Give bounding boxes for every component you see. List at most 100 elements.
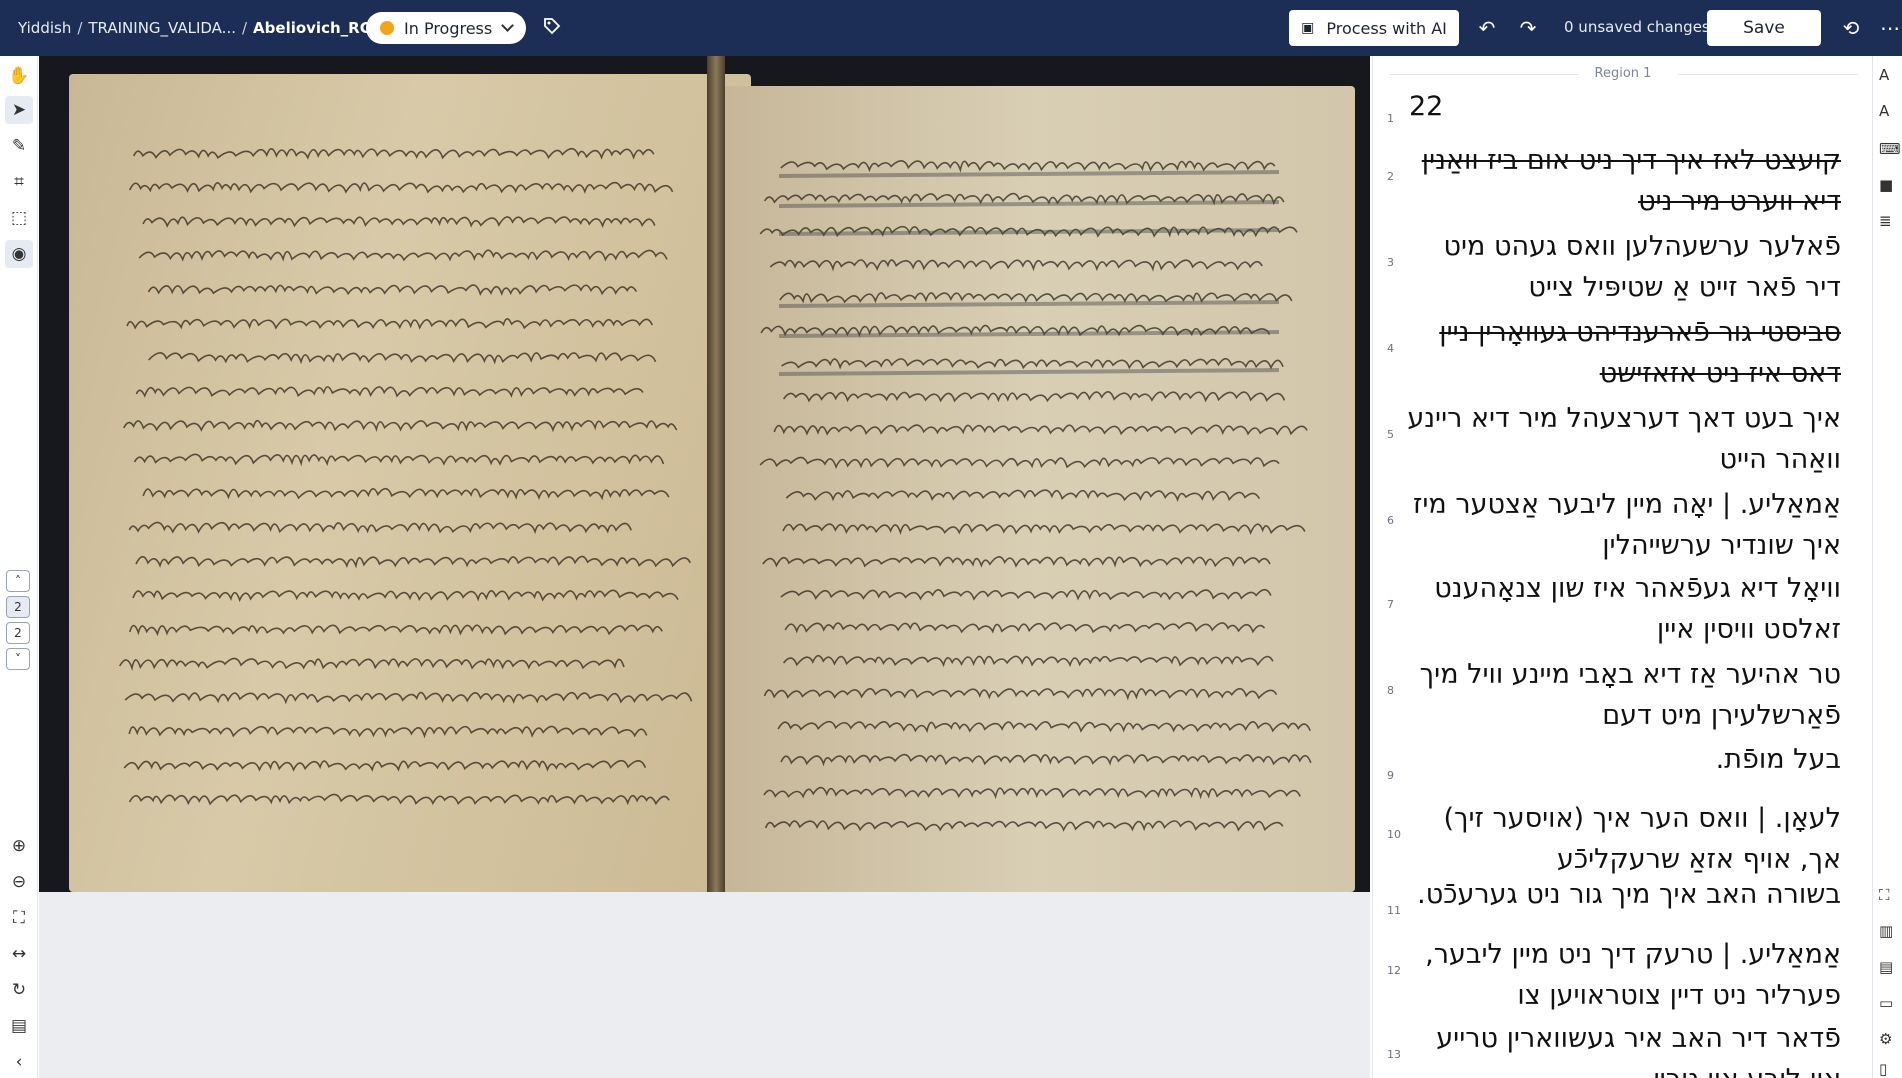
handwriting-line <box>780 753 1312 767</box>
transcription-line[interactable]: טר אהיער אַז דיא באָבי מיינע וויל מיך פֿ… <box>1401 654 1841 736</box>
transcription-line[interactable]: אַמאַליע. | יאָה מיין ליבער אַצטער מיז א… <box>1401 484 1841 566</box>
keyboard-icon[interactable]: ⌨ <box>1879 140 1901 158</box>
box-icon[interactable]: ■ <box>1879 176 1893 194</box>
transcription-line[interactable]: בעל מופֿת. <box>1401 739 1841 780</box>
transcription-line[interactable]: סביסטי גור פֿארענדיהט געוואָרין ניין דאס… <box>1401 312 1841 394</box>
page-up-icon[interactable]: ˄ <box>6 570 30 592</box>
handwriting-line <box>782 523 1306 535</box>
region-icon[interactable]: ⬚ <box>5 204 33 232</box>
image-viewer[interactable] <box>39 56 1370 1078</box>
current-page[interactable]: 2 <box>6 596 30 618</box>
unsaved-changes-text: 0 unsaved changes <box>1564 18 1710 36</box>
line-number: 6 <box>1387 514 1394 527</box>
line-number: 9 <box>1387 769 1394 782</box>
handwriting-line <box>128 521 632 535</box>
card-icon[interactable]: ▭ <box>1879 994 1893 1012</box>
transcription-line[interactable]: פֿאלער ערשעהלען וואס געהט מיט דיר פֿאר ז… <box>1401 226 1842 308</box>
transcription-line[interactable]: בשורה האב איך מיך גור ניט גערעכֿט. <box>1401 874 1841 915</box>
visibility-off-icon[interactable]: ◉ <box>5 240 33 268</box>
panel-layout-icon[interactable]: ▥ <box>1879 922 1893 940</box>
list-icon[interactable]: ≣ <box>1879 212 1892 230</box>
strikethrough-mark <box>778 200 1280 208</box>
line-number: 3 <box>1387 256 1394 269</box>
breadcrumb-separator: / <box>77 19 83 37</box>
handwriting-line <box>781 357 1284 370</box>
line-number: 5 <box>1387 428 1394 441</box>
handwriting-line <box>780 588 1272 601</box>
zoom-in-icon[interactable]: ⊕ <box>5 832 33 860</box>
handwriting-line <box>132 589 679 603</box>
text-format-icon[interactable]: A <box>1879 66 1889 84</box>
crop-icon[interactable]: ⌗ <box>5 168 33 196</box>
zoom-out-icon[interactable]: ⊖ <box>5 868 33 896</box>
status-dropdown[interactable]: In Progress <box>366 12 526 44</box>
page-down-icon[interactable]: ˅ <box>6 648 30 670</box>
select-pointer-icon[interactable]: ➤ <box>5 96 33 124</box>
transcription-line[interactable]: איך בעט דאך דערצעהל מיר דיא ריינע וואַהר… <box>1401 398 1841 480</box>
breadcrumb-collection[interactable]: TRAINING_VALIDA... <box>88 19 236 37</box>
handwriting-line <box>123 759 647 772</box>
process-with-ai-label: Process with AI <box>1326 18 1447 38</box>
tag-icon[interactable] <box>540 16 564 40</box>
transcription-panel: Region 1 1 22 2 קועצט לאז איך דיך ניט אום ב… <box>1372 56 1872 1078</box>
breadcrumb-project[interactable]: Yiddish <box>18 19 71 37</box>
divider <box>1678 74 1858 75</box>
transcription-line[interactable]: אַמאַליע. | טרעק דיך ניט מיין ליבער, פער… <box>1401 934 1841 1016</box>
save-button[interactable]: Save <box>1707 10 1821 46</box>
process-with-ai-button[interactable]: ▣ Process with AI <box>1289 10 1459 46</box>
handwriting-line <box>118 657 625 671</box>
settings-gear-icon[interactable]: ⚙ <box>1879 1030 1892 1048</box>
expand-icon[interactable]: ⛶ <box>1879 886 1890 904</box>
undo-icon[interactable]: ↶ <box>1473 14 1501 42</box>
handwriting-line <box>135 555 692 569</box>
transcription-line[interactable]: קועצט לאז איך דיך ניט אום ביז וואַנין די… <box>1401 140 1841 222</box>
line-number: 4 <box>1387 342 1394 355</box>
handwriting-line <box>759 456 1280 470</box>
layers-icon[interactable]: ▤ <box>5 1012 33 1040</box>
handwriting-line <box>769 259 1263 272</box>
line-number: 12 <box>1387 964 1401 977</box>
handwriting-line <box>142 216 656 229</box>
handwriting-line <box>128 793 670 806</box>
handwriting-line <box>124 691 693 705</box>
page-icon[interactable]: ▯ <box>1879 1060 1887 1078</box>
tool-rail: ✋ ➤ ✎ ⌗ ⬚ ◉ ˄ 2 2 ˅ ⊕ ⊖ ⛶ ↔ ↻ ▤ ‹ <box>0 56 38 1078</box>
fit-width-icon[interactable]: ↔ <box>5 940 33 968</box>
collapse-left-icon[interactable]: ‹ <box>5 1048 33 1076</box>
line-number: 13 <box>1387 1048 1401 1061</box>
text-size-icon[interactable]: A <box>1879 102 1889 120</box>
handwriting-line <box>782 391 1286 403</box>
fit-screen-icon[interactable]: ⛶ <box>5 904 33 932</box>
more-options-icon[interactable]: ⋯ <box>1880 14 1900 42</box>
line-number: 11 <box>1387 904 1401 917</box>
transcription-line[interactable]: פֿדאר דיר האב איר געשווארין טרייע אין לי… <box>1401 1018 1841 1078</box>
status-dot-icon <box>380 21 394 35</box>
strikethrough-mark <box>778 368 1280 376</box>
handwriting-line <box>147 284 638 297</box>
transcription-line[interactable]: לעאָן. | וואס הער איך (אויסער זיך) אך, א… <box>1401 798 1841 880</box>
transcription-line[interactable]: וויאָל דיא געפֿאהר איז שון צנאָהענט זאלס… <box>1401 568 1841 650</box>
strikethrough-mark <box>778 170 1280 178</box>
line-number: 8 <box>1387 684 1394 697</box>
handwriting-line <box>135 386 644 398</box>
line-number: 10 <box>1387 828 1401 841</box>
pen-icon[interactable]: ✎ <box>5 132 33 160</box>
split-view-icon[interactable]: ▤ <box>1879 958 1893 976</box>
handwriting-line <box>129 624 663 637</box>
handwriting-line <box>773 424 1308 436</box>
chevron-down-icon <box>501 19 514 32</box>
handwriting-line <box>128 725 648 739</box>
rotate-icon[interactable]: ↻ <box>5 976 33 1004</box>
page-pager: ˄ 2 2 ˅ <box>6 570 32 674</box>
redo-icon[interactable]: ↷ <box>1514 14 1542 42</box>
total-pages: 2 <box>6 622 30 644</box>
line-number: 2 <box>1387 170 1394 183</box>
handwriting-line <box>784 622 1266 634</box>
strikethrough-mark <box>778 330 1280 338</box>
pan-hand-icon[interactable]: ✋ <box>5 62 33 90</box>
transcription-line[interactable]: 22 <box>1409 86 1849 127</box>
right-side-rail: A A ⌨ ■ ≣ ⛶ ▥ ▤ ▭ ⚙ ▯ <box>1872 56 1902 1078</box>
history-icon[interactable]: ⟲ <box>1838 14 1864 42</box>
handwriting-line <box>762 556 1271 568</box>
handwriting-line <box>763 786 1301 800</box>
